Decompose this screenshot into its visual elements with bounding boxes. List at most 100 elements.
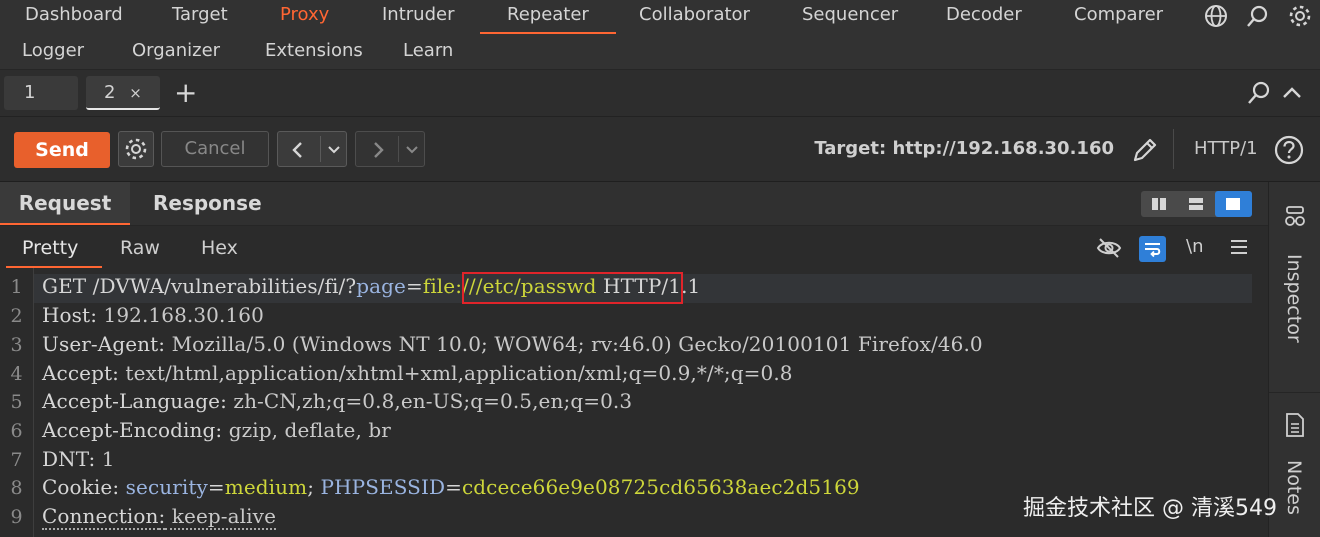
header-name: User-Agent xyxy=(42,332,159,356)
gutter-divider xyxy=(33,268,34,537)
cookie-separator: ; xyxy=(307,475,315,499)
menu-dashboard[interactable]: Dashboard xyxy=(25,0,123,32)
tab-raw[interactable]: Raw xyxy=(120,237,160,259)
close-icon[interactable]: × xyxy=(129,84,142,102)
repeater-tab-1[interactable]: 1 xyxy=(4,76,78,110)
newline-toggle[interactable]: \n xyxy=(1186,236,1203,257)
wrap-icon xyxy=(1145,243,1161,258)
request-response-tabs: Request Response xyxy=(0,182,1268,226)
chevron-right-icon xyxy=(374,142,384,158)
line-number: 4 xyxy=(10,363,23,385)
protocol-selector[interactable]: HTTP/1 xyxy=(1194,138,1258,159)
header-cookie: Cookie: security=medium; PHPSESSID=cdcec… xyxy=(42,475,860,499)
header-value: gzip, deflate, br xyxy=(222,418,391,442)
inspector-tab[interactable]: Inspector xyxy=(1283,254,1305,343)
menu-target[interactable]: Target xyxy=(172,0,228,32)
tab-hex[interactable]: Hex xyxy=(201,237,238,259)
highlight-box xyxy=(462,272,683,304)
send-button[interactable]: Send xyxy=(14,132,110,168)
header-name: Accept-Encoding xyxy=(42,418,216,442)
line-number: 9 xyxy=(10,506,23,528)
toolbar-divider xyxy=(1173,129,1174,169)
http-method: GET xyxy=(42,274,87,298)
header-connection: Connection: keep-alive xyxy=(42,504,277,530)
single-pane-icon xyxy=(1226,198,1240,210)
layout-side-by-side-button[interactable] xyxy=(1141,191,1178,217)
gear-icon xyxy=(125,138,147,160)
repeater-tab-bar: 1 2 × + xyxy=(0,70,1320,117)
line-number: 3 xyxy=(10,334,23,356)
cancel-button[interactable]: Cancel xyxy=(161,131,269,167)
view-mode-tabs: Pretty Raw Hex \n xyxy=(0,226,1268,268)
line-number: 6 xyxy=(10,420,23,442)
menu-sequencer[interactable]: Sequencer xyxy=(802,0,898,32)
header-accept-language: Accept-Language: zh-CN,zh;q=0.8,en-US;q=… xyxy=(42,389,633,413)
header-dnt: DNT: 1 xyxy=(42,447,115,471)
header-value: keep-alive xyxy=(165,504,277,530)
cookie-value: medium xyxy=(224,475,308,499)
menu-comparer[interactable]: Comparer xyxy=(1074,0,1163,32)
header-value: 192.168.30.160 xyxy=(97,303,264,327)
pencil-icon[interactable] xyxy=(1130,135,1160,165)
history-forward-button[interactable] xyxy=(355,131,425,167)
history-back-button[interactable] xyxy=(277,131,347,167)
menu-learn[interactable]: Learn xyxy=(403,36,453,68)
menu-intruder[interactable]: Intruder xyxy=(382,0,454,32)
chevron-left-icon xyxy=(292,142,302,158)
word-wrap-toggle[interactable] xyxy=(1139,236,1166,262)
query-param-name: page xyxy=(356,274,406,298)
line-number: 1 xyxy=(10,276,23,298)
line-number: 7 xyxy=(10,449,23,471)
settings-button[interactable] xyxy=(118,131,154,167)
layout-tabs-button[interactable] xyxy=(1215,191,1252,217)
notes-icon[interactable] xyxy=(1284,412,1306,438)
header-user-agent: User-Agent: Mozilla/5.0 (Windows NT 10.0… xyxy=(42,332,983,356)
add-tab-icon[interactable]: + xyxy=(174,76,197,110)
layout-stacked-button[interactable] xyxy=(1178,191,1215,217)
notes-tab[interactable]: Notes xyxy=(1283,460,1305,515)
tab-request[interactable]: Request xyxy=(0,182,130,225)
menu-proxy[interactable]: Proxy xyxy=(280,0,329,32)
menu-icon[interactable] xyxy=(1230,239,1248,255)
chevron-up-icon[interactable] xyxy=(1280,82,1304,104)
menu-collaborator[interactable]: Collaborator xyxy=(639,0,750,32)
menu-decoder[interactable]: Decoder xyxy=(946,0,1022,32)
main-menu-bar: Dashboard Target Proxy Intruder Repeater… xyxy=(0,0,1320,70)
repeater-tab-2-label: 2 xyxy=(104,82,116,103)
request-path: /DVWA/vulnerabilities/fi/? xyxy=(86,274,357,298)
header-value: Mozilla/5.0 (Windows NT 10.0; WOW64; rv:… xyxy=(165,332,983,356)
menu-logger[interactable]: Logger xyxy=(22,36,84,68)
repeater-tab-2[interactable]: 2 × xyxy=(86,76,160,110)
header-value: 1 xyxy=(95,447,115,471)
tab-response[interactable]: Response xyxy=(153,182,262,225)
menu-repeater[interactable]: Repeater xyxy=(480,0,616,34)
header-name: Host xyxy=(42,303,91,327)
chevron-down-icon[interactable] xyxy=(326,142,342,158)
header-name: Accept-Language xyxy=(42,389,221,413)
tab-pretty[interactable]: Pretty xyxy=(22,237,78,259)
search-icon[interactable] xyxy=(1244,3,1272,29)
header-host: Host: 192.168.30.160 xyxy=(42,303,264,327)
repeater-tab-1-label: 1 xyxy=(24,82,36,103)
menu-organizer[interactable]: Organizer xyxy=(132,36,220,68)
header-accept-encoding: Accept-Encoding: gzip, deflate, br xyxy=(42,418,391,442)
header-name: Connection xyxy=(42,504,159,530)
search-icon[interactable] xyxy=(1246,80,1272,106)
inspector-icon[interactable] xyxy=(1283,204,1307,228)
header-name: Accept xyxy=(42,361,113,385)
header-name: DNT xyxy=(42,447,89,471)
eye-off-icon[interactable] xyxy=(1096,237,1122,259)
line-number: 2 xyxy=(10,305,23,327)
cookie-name: PHPSESSID xyxy=(320,475,446,499)
gear-icon[interactable] xyxy=(1286,3,1314,29)
header-name: Cookie xyxy=(42,475,113,499)
help-icon[interactable] xyxy=(1273,134,1305,166)
line-number: 5 xyxy=(10,391,23,413)
chevron-down-icon[interactable] xyxy=(404,142,420,158)
globe-icon[interactable] xyxy=(1202,3,1230,29)
header-value: text/html,application/xhtml+xml,applicat… xyxy=(118,361,793,385)
menu-extensions[interactable]: Extensions xyxy=(265,36,363,68)
right-sidebar: Inspector Notes xyxy=(1268,182,1320,537)
layout-toggle-group xyxy=(1141,191,1252,217)
cookie-value: cdcece66e9e08725cd65638aec2d5169 xyxy=(461,475,860,499)
